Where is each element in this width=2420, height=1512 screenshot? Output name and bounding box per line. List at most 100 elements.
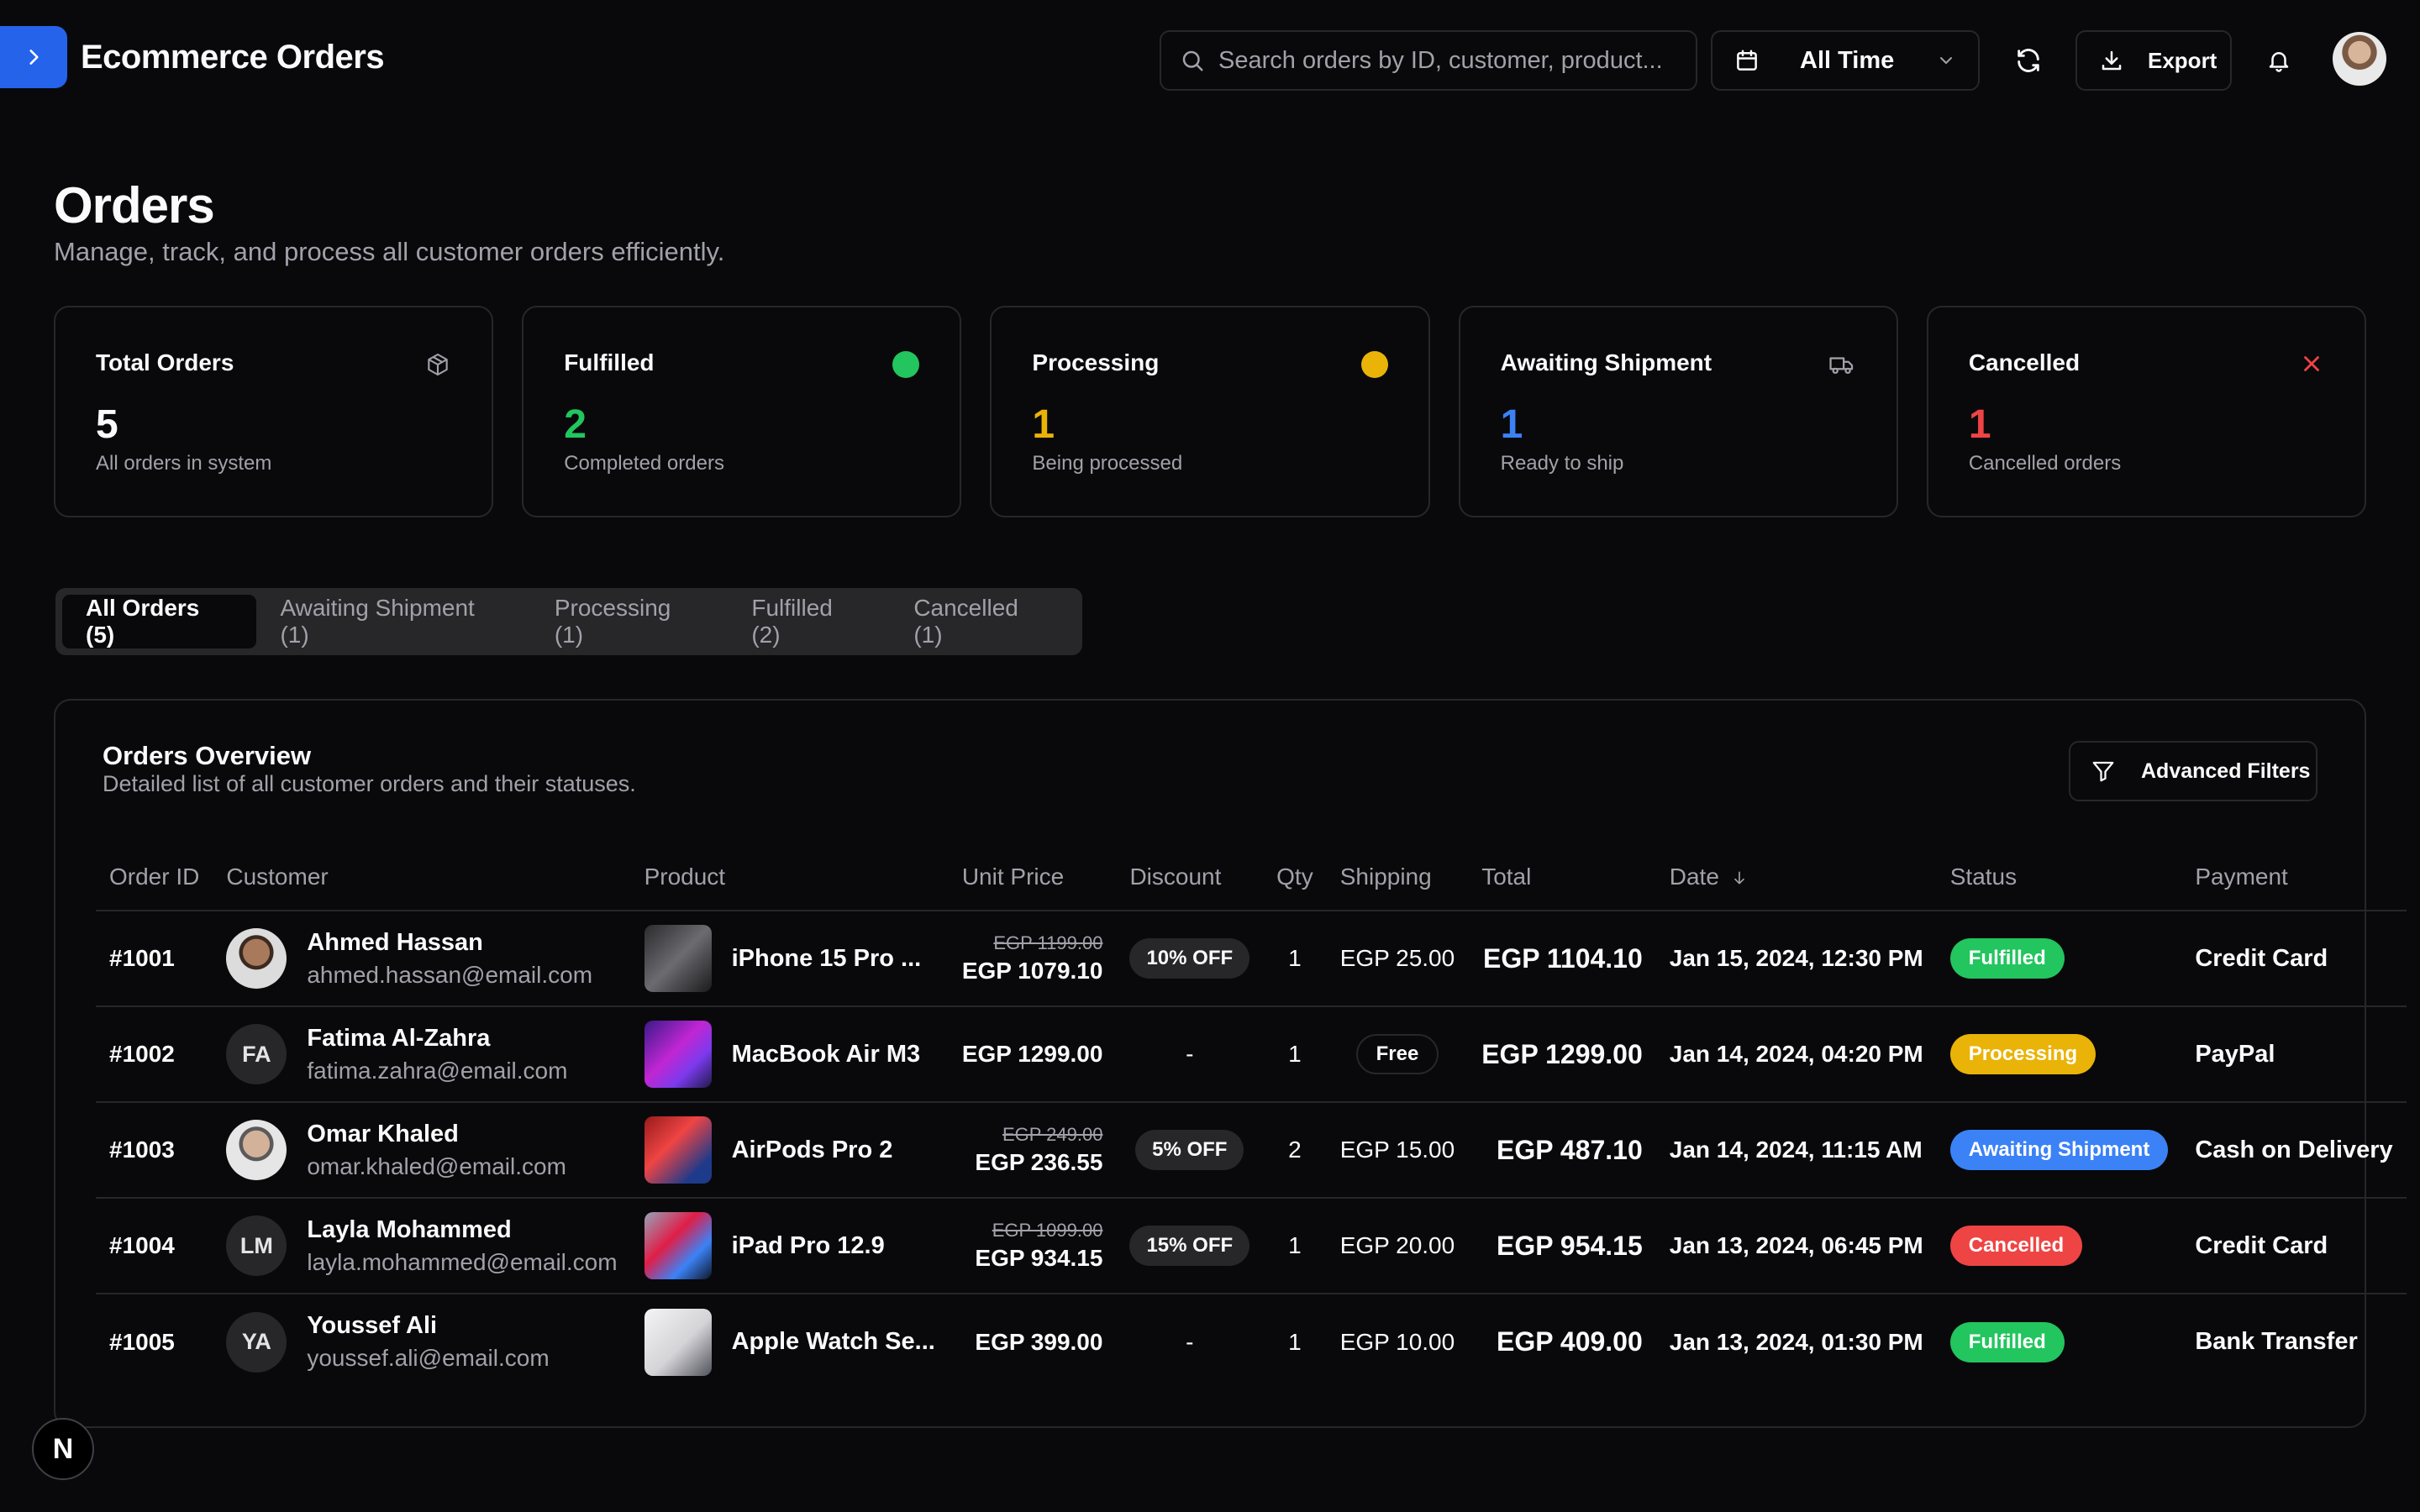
order-total: EGP 1299.00 — [1468, 1006, 1656, 1103]
order-total: EGP 409.00 — [1497, 1326, 1643, 1357]
discount-badge: 15% OFF — [1129, 1226, 1250, 1266]
column-header[interactable]: Payment — [2181, 843, 2407, 911]
shipping: EGP 20.00 — [1326, 1198, 1469, 1294]
customer-cell: Ahmed Hassan ahmed.hassan@email.com — [213, 911, 631, 1007]
shipping-cell: Free — [1326, 1006, 1469, 1103]
advanced-filters-label: Advanced Filters — [2141, 759, 2311, 783]
sidebar-toggle-button[interactable] — [0, 26, 67, 88]
order-total: EGP 1104.10 — [1468, 911, 1656, 1007]
product-name: Apple Watch Se... — [731, 1328, 935, 1355]
column-header[interactable]: Qty — [1263, 843, 1327, 911]
chevron-right-icon — [29, 50, 39, 65]
free-shipping-badge: Free — [1355, 1034, 1439, 1074]
customer-email: ahmed.hassan@email.com — [307, 961, 593, 988]
refresh-button[interactable] — [1998, 30, 2059, 91]
customer-cell: Omar Khaled omar.khaled@email.com — [213, 1102, 631, 1199]
search-box[interactable] — [1160, 30, 1697, 91]
avatar: FA — [226, 1024, 287, 1084]
stat-desc: Cancelled orders — [1968, 452, 2122, 475]
column-header[interactable]: Discount — [1116, 843, 1264, 911]
quantity: 2 — [1263, 1102, 1327, 1199]
column-header-date[interactable]: Date — [1655, 843, 1937, 911]
export-button[interactable]: Export — [2075, 30, 2232, 91]
quantity: 1 — [1263, 1006, 1327, 1103]
product-thumbnail — [644, 1212, 712, 1279]
table-row[interactable]: #1004 LM Layla Mohammed layla.mohammed@e… — [96, 1198, 2407, 1294]
column-header[interactable]: Shipping — [1326, 843, 1469, 911]
date-range-select[interactable]: All Time — [1711, 30, 1980, 91]
product-thumbnail — [644, 925, 712, 992]
download-icon — [2102, 50, 2122, 71]
stat-value: 5 — [96, 402, 118, 447]
order-id: #1004 — [96, 1198, 213, 1294]
unit-price-cell: EGP 249.00 EGP 236.55 — [948, 1102, 1117, 1199]
green-dot-icon — [892, 351, 920, 378]
discount: - — [1116, 1006, 1264, 1103]
customer-cell: FA Fatima Al-Zahra fatima.zahra@email.co… — [213, 1006, 631, 1103]
discount-cell: 5% OFF — [1116, 1102, 1264, 1199]
orders-table: Order ID Customer Product Unit Price Dis… — [96, 843, 2407, 1389]
customer-cell: YA Youssef Ali youssef.ali@email.com — [213, 1294, 630, 1389]
tab-fulfilled[interactable]: Fulfilled (2) — [728, 595, 890, 648]
table-row[interactable]: #1003 Omar Khaled omar.khaled@email.com … — [96, 1102, 2407, 1199]
table-row[interactable]: #1001 Ahmed Hassan ahmed.hassan@email.co… — [96, 911, 2407, 1007]
tab-processing[interactable]: Processing (1) — [531, 595, 729, 648]
tab-awaiting-shipment[interactable]: Awaiting Shipment (1) — [256, 595, 530, 648]
order-date: Jan 15, 2024, 12:30 PM — [1655, 911, 1937, 1007]
nextjs-dev-badge[interactable]: N — [32, 1418, 94, 1480]
stat-title: Total Orders — [96, 349, 234, 375]
customer-name: Fatima Al-Zahra — [307, 1024, 491, 1052]
column-header[interactable]: Unit Price — [948, 843, 1117, 911]
payment-method: Bank Transfer — [2195, 1328, 2358, 1355]
stat-card-cancelled: Cancelled 1 Cancelled orders — [1926, 306, 2367, 517]
notifications-button[interactable] — [2249, 30, 2309, 91]
panel-title: Orders Overview — [103, 741, 312, 770]
table-row[interactable]: #1002 FA Fatima Al-Zahra fatima.zahra@em… — [96, 1006, 2407, 1103]
product-cell: Apple Watch Se... — [631, 1294, 949, 1389]
user-avatar[interactable] — [2333, 32, 2386, 86]
product-cell: iPad Pro 12.9 — [630, 1198, 949, 1294]
package-icon — [424, 351, 451, 378]
discount: - — [1186, 1328, 1194, 1355]
customer-email: omar.khaled@email.com — [307, 1152, 566, 1179]
column-header[interactable]: Order ID — [96, 843, 213, 911]
advanced-filters-button[interactable]: Advanced Filters — [2069, 741, 2317, 801]
order-id: #1002 — [96, 1006, 213, 1103]
stat-card-total-orders: Total Orders 5 All orders in system — [54, 306, 494, 517]
unit-price-cell: EGP 1299.00 — [948, 1006, 1117, 1103]
unit-price-cell: EGP 1099.00 EGP 934.15 — [948, 1198, 1117, 1294]
search-input[interactable] — [1218, 46, 1689, 75]
column-header[interactable]: Customer — [213, 843, 631, 911]
tab-all-orders[interactable]: All Orders (5) — [62, 595, 257, 648]
customer-cell: LM Layla Mohammed layla.mohammed@email.c… — [213, 1198, 631, 1294]
quantity: 1 — [1263, 1198, 1327, 1294]
table-header-row: Order ID Customer Product Unit Price Dis… — [96, 843, 2407, 911]
product-cell: iPhone 15 Pro ... — [630, 911, 949, 1007]
truck-icon — [1828, 351, 1856, 380]
order-date: Jan 14, 2024, 11:15 AM — [1655, 1102, 1937, 1199]
column-header[interactable]: Status — [1936, 843, 2182, 911]
payment-method: Credit Card — [2181, 911, 2407, 1007]
search-icon — [1182, 50, 1203, 71]
shipping: EGP 10.00 — [1339, 1328, 1455, 1355]
shipping: EGP 25.00 — [1326, 911, 1469, 1007]
unit-price: EGP 1299.00 — [961, 1041, 1103, 1067]
avatar: YA — [226, 1311, 287, 1373]
avatar: LM — [226, 1215, 287, 1276]
arrow-down-icon — [1733, 871, 1744, 885]
unit-price-cell: EGP 399.00 — [949, 1294, 1117, 1389]
column-header[interactable]: Total — [1468, 843, 1656, 911]
stat-value: 1 — [1032, 402, 1055, 447]
date-range-value: All Time — [1800, 46, 1895, 74]
tab-cancelled[interactable]: Cancelled (1) — [890, 595, 1076, 648]
product-name: AirPods Pro 2 — [731, 1136, 893, 1163]
payment-method: Cash on Delivery — [2181, 1102, 2407, 1199]
unit-price: EGP 399.00 — [975, 1328, 1103, 1355]
stat-card-fulfilled: Fulfilled 2 Completed orders — [522, 306, 962, 517]
quantity: 1 — [1263, 911, 1327, 1007]
table-row[interactable]: #1005 YA Youssef Ali youssef.ali@email.c… — [96, 1294, 2407, 1389]
column-header[interactable]: Product — [630, 843, 949, 911]
avatar — [226, 928, 287, 989]
customer-email: fatima.zahra@email.com — [307, 1057, 568, 1084]
customer-name: Youssef Ali — [307, 1312, 438, 1339]
